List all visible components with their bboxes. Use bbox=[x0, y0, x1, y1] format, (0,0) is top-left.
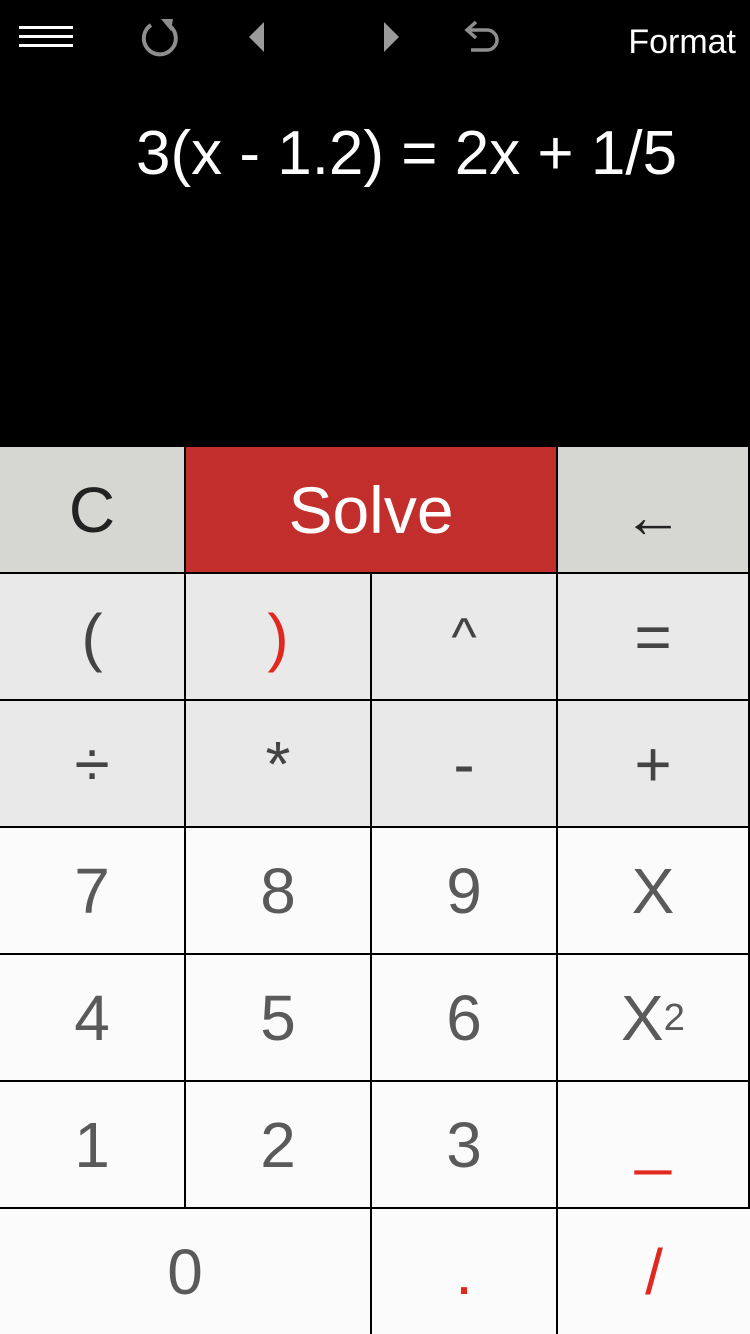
digit-5-key[interactable]: 5 bbox=[186, 955, 372, 1082]
refresh-icon bbox=[141, 19, 178, 57]
digit-9-key[interactable]: 9 bbox=[372, 828, 558, 955]
backspace-button[interactable]: ← bbox=[558, 447, 750, 574]
triangle-left-icon bbox=[249, 22, 264, 52]
menu-button[interactable] bbox=[18, 14, 74, 60]
undo-icon bbox=[464, 20, 499, 52]
clear-button[interactable]: C bbox=[0, 447, 186, 574]
digit-6-key[interactable]: 6 bbox=[372, 955, 558, 1082]
fraction-slash-key[interactable]: / bbox=[558, 1209, 750, 1334]
undo-button[interactable] bbox=[458, 14, 504, 60]
refresh-button[interactable] bbox=[136, 14, 182, 60]
digit-2-key[interactable]: 2 bbox=[186, 1082, 372, 1209]
digit-7-key[interactable]: 7 bbox=[0, 828, 186, 955]
close-paren-key[interactable]: ) bbox=[186, 574, 372, 701]
digit-0-key[interactable]: 0 bbox=[0, 1209, 372, 1334]
plus-key[interactable]: + bbox=[558, 701, 750, 828]
digit-3-key[interactable]: 3 bbox=[372, 1082, 558, 1209]
x-squared-key[interactable]: X2 bbox=[558, 955, 750, 1082]
equation-text: 3(x - 1.2) = 2x + 1/5 bbox=[136, 119, 678, 188]
x-squared-exponent: 2 bbox=[663, 995, 686, 1039]
equation-display[interactable]: 3(x - 1.2) = 2x + 1/5 bbox=[0, 80, 750, 447]
divide-key[interactable]: ÷ bbox=[0, 701, 186, 828]
toolbar: Format bbox=[0, 0, 750, 80]
decimal-point-key[interactable]: . bbox=[372, 1209, 558, 1334]
open-paren-key[interactable]: ( bbox=[0, 574, 186, 701]
hamburger-menu-icon bbox=[19, 26, 73, 47]
x-squared-base: X bbox=[620, 981, 664, 1054]
caret-key[interactable]: ^ bbox=[372, 574, 558, 701]
digit-8-key[interactable]: 8 bbox=[186, 828, 372, 955]
underscore-key[interactable]: _ bbox=[558, 1082, 750, 1209]
multiply-key[interactable]: * bbox=[186, 701, 372, 828]
equals-key[interactable]: = bbox=[558, 574, 750, 701]
next-button[interactable] bbox=[376, 14, 406, 60]
keypad: C Solve ← ( ) ^ = ÷ * - + 7 8 9 X 4 5 6 … bbox=[0, 447, 750, 1334]
variable-x-key[interactable]: X bbox=[558, 828, 750, 955]
triangle-right-icon bbox=[384, 22, 399, 52]
previous-button[interactable] bbox=[242, 14, 272, 60]
format-button[interactable]: Format bbox=[628, 20, 736, 64]
solve-button[interactable]: Solve bbox=[186, 447, 558, 574]
digit-1-key[interactable]: 1 bbox=[0, 1082, 186, 1209]
digit-4-key[interactable]: 4 bbox=[0, 955, 186, 1082]
minus-key[interactable]: - bbox=[372, 701, 558, 828]
